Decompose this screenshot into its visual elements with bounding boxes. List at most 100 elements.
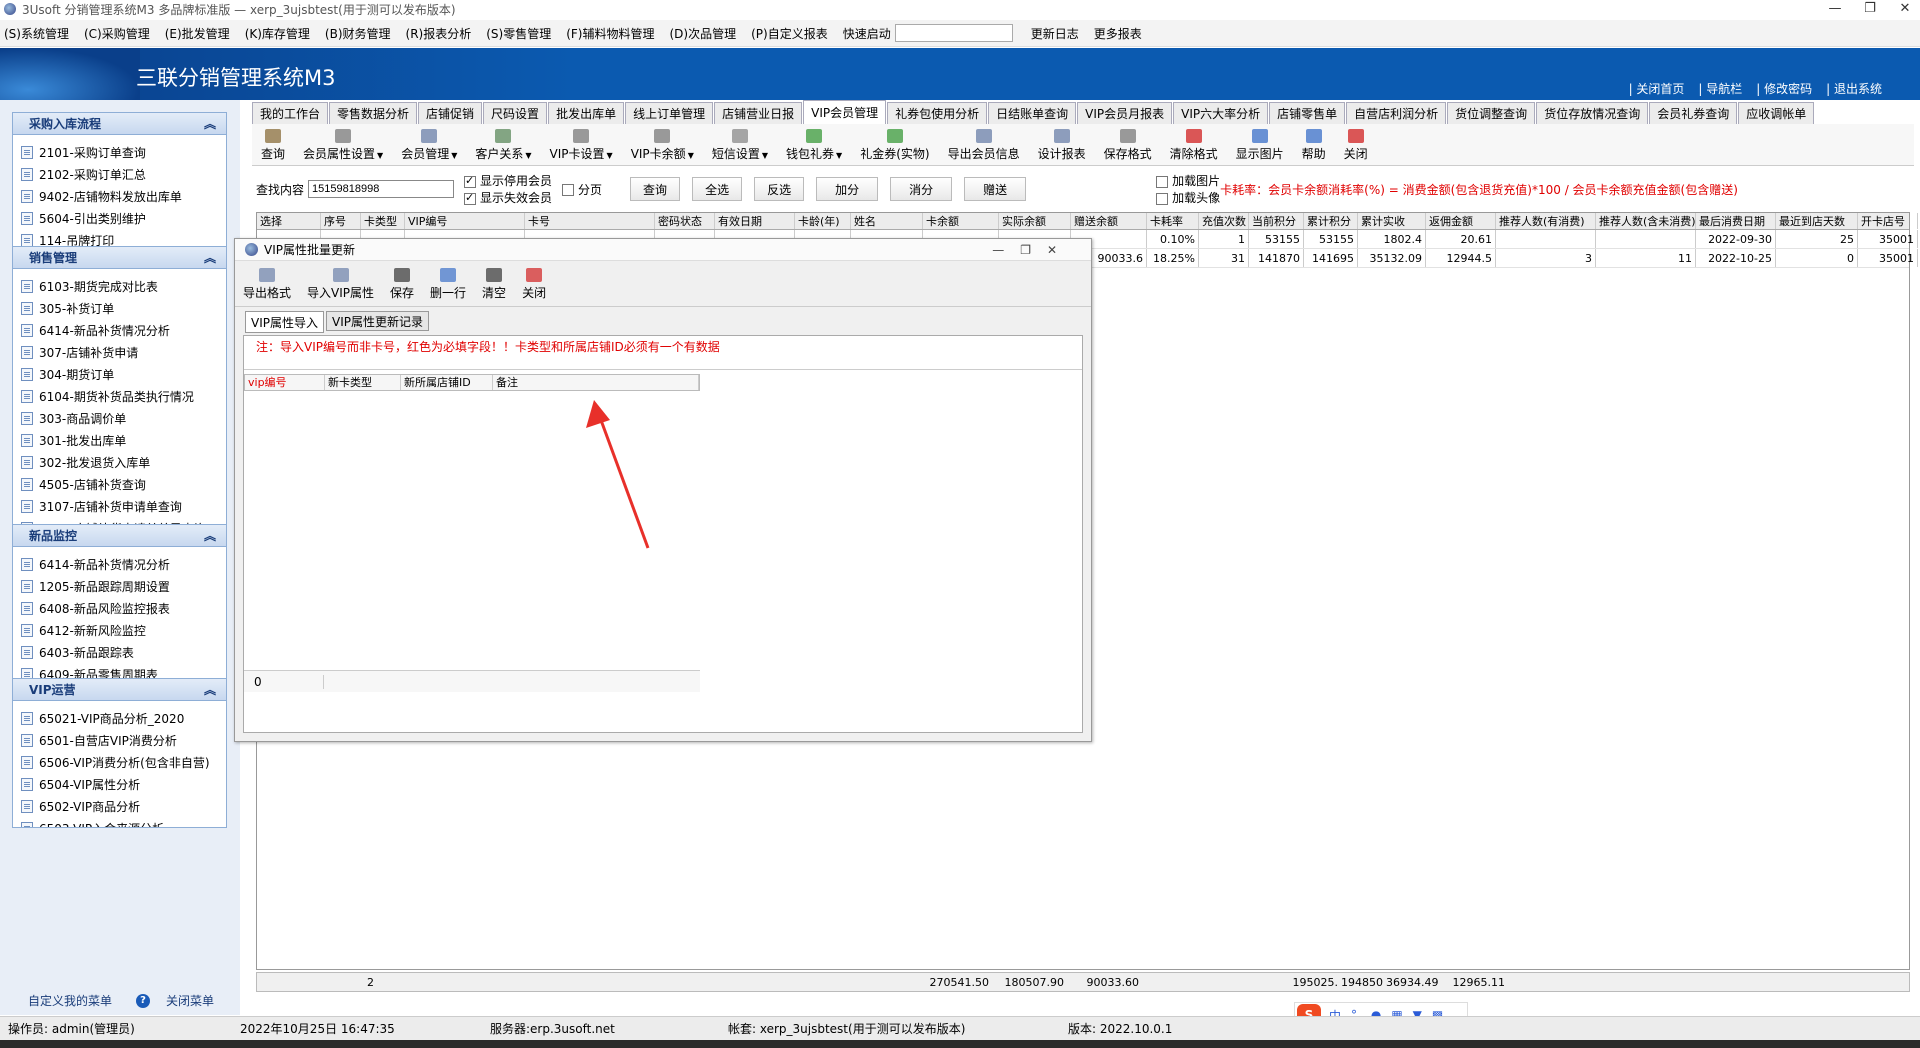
- show-disabled-checkbox[interactable]: 显示停用会员: [464, 172, 552, 189]
- collapse-icon[interactable]: ︽: [204, 249, 216, 266]
- dialog-toolbar-button[interactable]: 保存: [390, 268, 414, 301]
- custom-menu-link[interactable]: 自定义我的菜单: [28, 992, 112, 1009]
- change-password-link[interactable]: | 修改密码: [1756, 80, 1812, 97]
- logout-link[interactable]: | 退出系统: [1826, 80, 1882, 97]
- dialog-toolbar-button[interactable]: 关闭: [522, 268, 546, 301]
- collapse-icon[interactable]: ︽: [204, 115, 216, 132]
- minimize-button[interactable]: —: [1820, 1, 1850, 16]
- close-home-link[interactable]: | 关闭首页: [1629, 80, 1685, 97]
- tab-7[interactable]: VIP会员管理: [803, 100, 887, 124]
- grid-column-header[interactable]: 序号: [321, 213, 361, 229]
- toolbar-button[interactable]: 关闭: [1344, 129, 1368, 162]
- tab-4[interactable]: 批发出库单: [548, 102, 625, 124]
- load-avatar-checkbox[interactable]: 加载头像: [1156, 189, 1220, 206]
- paging-checkbox[interactable]: 分页: [562, 181, 602, 198]
- menu-reports[interactable]: (R)报表分析: [406, 25, 472, 42]
- menu-purchase[interactable]: (C)采购管理: [84, 25, 150, 42]
- menu-system[interactable]: (S)系统管理: [4, 25, 69, 42]
- panel-header[interactable]: VIP运营 ︽: [13, 679, 226, 701]
- collapse-icon[interactable]: ︽: [204, 527, 216, 544]
- grid-column-header[interactable]: 累计积分: [1304, 213, 1358, 229]
- sidebar-report-item[interactable]: 303-商品调价单: [21, 407, 226, 429]
- menu-finance[interactable]: (B)财务管理: [325, 25, 391, 42]
- sidebar-report-item[interactable]: 2102-采购订单汇总: [21, 163, 226, 185]
- quick-launch-input[interactable]: [894, 24, 1013, 42]
- grid-column-header[interactable]: 累计实收: [1358, 213, 1426, 229]
- dropdown-caret-icon[interactable]: ▼: [451, 151, 457, 160]
- menu-changelog[interactable]: 更新日志: [1031, 25, 1079, 42]
- sidebar-report-item[interactable]: 6403-新品跟踪表: [21, 641, 226, 663]
- show-invalid-checkbox[interactable]: 显示失效会员: [464, 189, 552, 206]
- grid-column-header[interactable]: 推荐人数(有消费): [1496, 213, 1596, 229]
- grid-column-header[interactable]: 最后消费日期: [1696, 213, 1776, 229]
- grid-column-header[interactable]: 有效日期: [715, 213, 795, 229]
- dropdown-caret-icon[interactable]: ▼: [762, 151, 768, 160]
- grid-column-header[interactable]: 实际余额: [999, 213, 1071, 229]
- tab-3[interactable]: 尺码设置: [483, 102, 548, 124]
- grid-column-header[interactable]: 赠送余额: [1071, 213, 1147, 229]
- invert-select-button[interactable]: 反选: [754, 177, 805, 201]
- toolbar-button[interactable]: 钱包礼券 ▼: [786, 129, 842, 162]
- menu-retail[interactable]: (S)零售管理: [486, 25, 551, 42]
- grid-column-header[interactable]: 卡耗率: [1147, 213, 1199, 229]
- tab-10[interactable]: VIP会员月报表: [1077, 102, 1173, 124]
- tab-1[interactable]: 零售数据分析: [329, 102, 418, 124]
- tab-15[interactable]: 货位存放情况查询: [1536, 102, 1649, 124]
- panel-header[interactable]: 销售管理 ︽: [13, 247, 226, 269]
- search-input[interactable]: [308, 180, 455, 198]
- sidebar-report-item[interactable]: 9402-店铺物料发放出库单: [21, 185, 226, 207]
- sidebar-report-item[interactable]: 6504-VIP属性分析: [21, 773, 226, 795]
- sidebar-report-item[interactable]: 6414-新品补货情况分析: [21, 319, 226, 341]
- sidebar-report-item[interactable]: 305-补货订单: [21, 297, 226, 319]
- tab-vip-attr-import[interactable]: VIP属性导入: [245, 311, 324, 333]
- import-column-header[interactable]: 备注: [493, 375, 699, 390]
- sidebar-report-item[interactable]: 302-批发退货入库单: [21, 451, 226, 473]
- grid-column-header[interactable]: 推荐人数(含未消费): [1596, 213, 1696, 229]
- grid-column-header[interactable]: 开卡店号: [1858, 213, 1918, 229]
- tab-0[interactable]: 我的工作台: [252, 102, 329, 124]
- dialog-toolbar-button[interactable]: 删一行: [430, 268, 466, 301]
- panel-header[interactable]: 采购入库流程 ︽: [13, 113, 226, 135]
- close-window-button[interactable]: ✕: [1890, 1, 1920, 16]
- toolbar-button[interactable]: 显示图片: [1236, 129, 1284, 162]
- dialog-window-controls[interactable]: —❐✕: [992, 243, 1073, 257]
- toolbar-button[interactable]: 清除格式: [1170, 129, 1218, 162]
- grid-column-header[interactable]: 卡号: [525, 213, 655, 229]
- close-menu-link[interactable]: 关闭菜单: [166, 992, 214, 1009]
- help-icon[interactable]: ?: [136, 993, 151, 1008]
- tab-2[interactable]: 店铺促销: [418, 102, 483, 124]
- grid-column-header[interactable]: 卡类型: [361, 213, 405, 229]
- grid-column-header[interactable]: 最近到店天数: [1776, 213, 1858, 229]
- tab-16[interactable]: 会员礼券查询: [1649, 102, 1738, 124]
- dialog-toolbar-button[interactable]: 导出格式: [243, 268, 291, 301]
- sidebar-report-item[interactable]: 5604-引出类别维护: [21, 207, 226, 229]
- toolbar-button[interactable]: 短信设置 ▼: [712, 129, 768, 162]
- dialog-toolbar-button[interactable]: 导入VIP属性: [307, 268, 374, 301]
- menu-defective[interactable]: (D)次品管理: [670, 25, 737, 42]
- toolbar-button[interactable]: 保存格式: [1104, 129, 1152, 162]
- grid-column-header[interactable]: VIP编号: [405, 213, 525, 229]
- sidebar-report-item[interactable]: 3107-店铺补货申请单查询: [21, 495, 226, 517]
- menu-inventory[interactable]: (K)库存管理: [245, 25, 310, 42]
- import-column-header[interactable]: 新卡类型: [325, 375, 401, 390]
- tab-12[interactable]: 店铺零售单: [1269, 102, 1346, 124]
- import-column-header[interactable]: 新所属店铺ID: [401, 375, 493, 390]
- sidebar-report-item[interactable]: 6502-VIP商品分析: [21, 795, 226, 817]
- collapse-icon[interactable]: ︽: [204, 681, 216, 698]
- load-image-checkbox[interactable]: 加载图片: [1156, 172, 1220, 189]
- tab-14[interactable]: 货位调整查询: [1447, 102, 1536, 124]
- tab-9[interactable]: 日结账单查询: [988, 102, 1077, 124]
- grid-column-header[interactable]: 姓名: [851, 213, 923, 229]
- sidebar-report-item[interactable]: 6103-期货完成对比表: [21, 275, 226, 297]
- grid-column-header[interactable]: 密码状态: [655, 213, 715, 229]
- sidebar-report-item[interactable]: 6503-VIP入会来源分析: [21, 817, 226, 827]
- menu-custom-reports[interactable]: (P)自定义报表: [751, 25, 828, 42]
- import-column-header[interactable]: vip编号: [245, 375, 325, 390]
- grid-column-header[interactable]: 当前积分: [1249, 213, 1304, 229]
- sidebar-report-item[interactable]: 6414-新品补货情况分析: [21, 553, 226, 575]
- menu-materials[interactable]: (F)辅料物料管理: [566, 25, 654, 42]
- dropdown-caret-icon[interactable]: ▼: [377, 151, 383, 160]
- dialog-toolbar-button[interactable]: 清空: [482, 268, 506, 301]
- sidebar-report-item[interactable]: 301-批发出库单: [21, 429, 226, 451]
- toolbar-button[interactable]: 设计报表: [1038, 129, 1086, 162]
